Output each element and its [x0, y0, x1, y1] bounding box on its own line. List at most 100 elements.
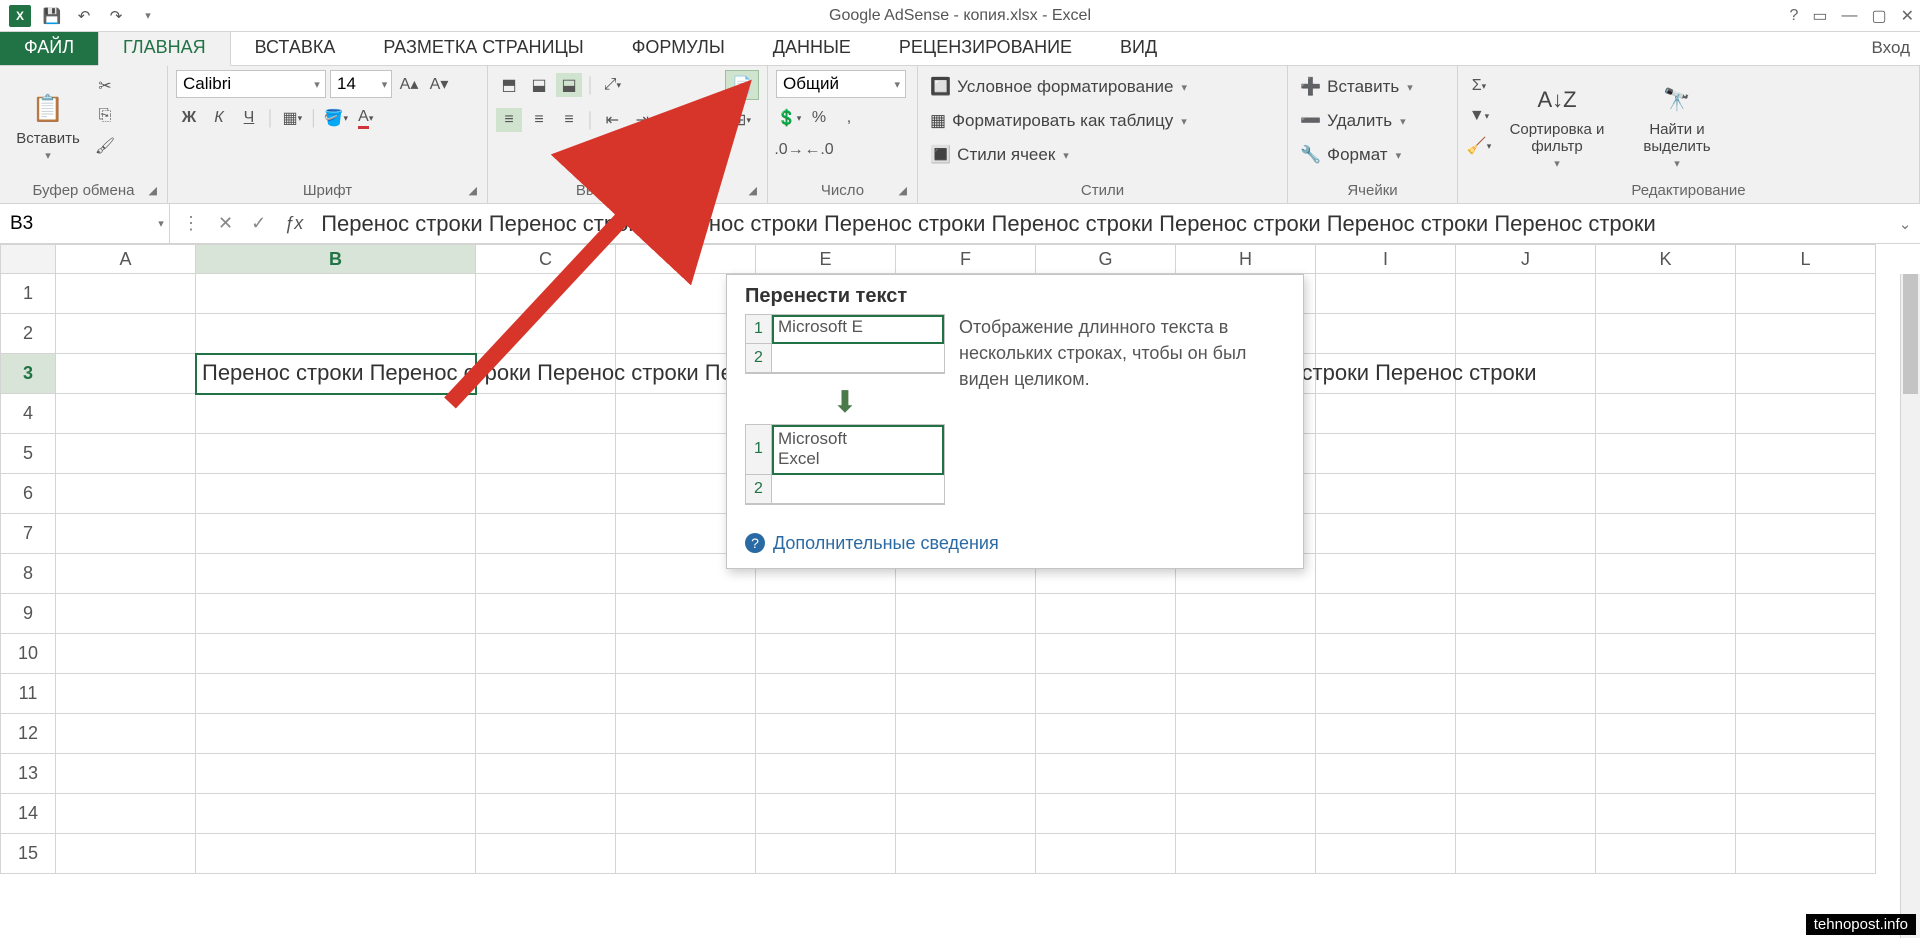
tab-formulas[interactable]: ФОРМУЛЫ [608, 30, 749, 65]
sign-in-link[interactable]: Вход [1872, 31, 1920, 65]
cell[interactable] [1596, 794, 1736, 834]
percent-format-icon[interactable]: % [806, 106, 832, 130]
undo-icon[interactable]: ↶ [70, 2, 98, 30]
cell[interactable] [1176, 754, 1316, 794]
cell[interactable] [196, 394, 476, 434]
qat-dropdown-icon[interactable]: ▾ [134, 2, 162, 30]
close-icon[interactable]: ✕ [1901, 6, 1914, 26]
vertical-scrollbar[interactable] [1900, 274, 1920, 938]
cell[interactable] [196, 274, 476, 314]
align-top-icon[interactable]: ⬒ [496, 73, 522, 97]
cell[interactable] [896, 754, 1036, 794]
cell[interactable] [896, 594, 1036, 634]
cell[interactable] [1456, 634, 1596, 674]
save-icon[interactable]: 💾 [38, 2, 66, 30]
row-header[interactable]: 7 [0, 514, 56, 554]
help-icon[interactable]: ? [1789, 7, 1798, 25]
column-header[interactable]: I [1316, 244, 1456, 274]
tab-view[interactable]: ВИД [1096, 30, 1181, 65]
increase-decimal-icon[interactable]: .0→ [776, 138, 802, 162]
cell[interactable] [1456, 674, 1596, 714]
cell[interactable] [196, 514, 476, 554]
cell[interactable] [1736, 634, 1876, 674]
conditional-formatting-button[interactable]: 🔲Условное форматирование▾ [926, 72, 1279, 102]
paste-button[interactable]: 📋 Вставить ▾ [8, 70, 88, 180]
split-icon[interactable]: ⋮ [182, 213, 200, 234]
fx-icon[interactable]: ƒx [284, 213, 303, 234]
cell[interactable] [896, 714, 1036, 754]
align-middle-icon[interactable]: ⬓ [526, 73, 552, 97]
tab-file[interactable]: ФАЙЛ [0, 30, 98, 65]
cell[interactable] [56, 634, 196, 674]
expand-formula-bar-icon[interactable]: ⌄ [1890, 204, 1920, 243]
decrease-font-icon[interactable]: A▾ [426, 72, 452, 96]
align-center-icon[interactable]: ≡ [526, 108, 552, 132]
font-size-input[interactable] [331, 74, 378, 94]
cell[interactable] [616, 754, 756, 794]
cell[interactable] [1596, 634, 1736, 674]
cell[interactable] [1456, 474, 1596, 514]
cell[interactable] [1036, 834, 1176, 874]
cell[interactable] [56, 394, 196, 434]
column-header[interactable]: H [1176, 244, 1316, 274]
cell[interactable] [756, 834, 896, 874]
cell[interactable] [56, 594, 196, 634]
cell[interactable] [56, 754, 196, 794]
number-format-input[interactable] [777, 74, 889, 94]
cell[interactable] [756, 714, 896, 754]
cell[interactable] [1316, 794, 1456, 834]
row-header[interactable]: 9 [0, 594, 56, 634]
cell[interactable] [56, 274, 196, 314]
cell[interactable] [196, 434, 476, 474]
format-cells-button[interactable]: 🔧Формат▾ [1296, 140, 1449, 170]
cell[interactable] [756, 754, 896, 794]
cell[interactable] [476, 674, 616, 714]
cell[interactable] [896, 674, 1036, 714]
cell[interactable] [476, 514, 616, 554]
cell[interactable] [1316, 834, 1456, 874]
column-header[interactable]: A [56, 244, 196, 274]
cell[interactable] [56, 354, 196, 394]
insert-cells-button[interactable]: ➕Вставить▾ [1296, 72, 1449, 102]
cell[interactable] [896, 634, 1036, 674]
column-header[interactable]: C [476, 244, 616, 274]
cell[interactable] [1456, 514, 1596, 554]
fill-icon[interactable]: ▼▾ [1466, 104, 1492, 128]
cell[interactable] [896, 834, 1036, 874]
tab-home[interactable]: ГЛАВНАЯ [98, 29, 231, 66]
cell[interactable] [1316, 274, 1456, 314]
increase-font-icon[interactable]: A▴ [396, 72, 422, 96]
cell[interactable] [1316, 674, 1456, 714]
orientation-icon[interactable]: ⤢▾ [599, 73, 625, 97]
cell[interactable] [1596, 714, 1736, 754]
cell[interactable] [196, 754, 476, 794]
cell[interactable] [1596, 354, 1736, 394]
column-header[interactable]: D [616, 244, 756, 274]
cell[interactable] [1456, 554, 1596, 594]
underline-button[interactable]: Ч [236, 106, 262, 130]
cell[interactable] [1456, 274, 1596, 314]
cell[interactable] [1596, 474, 1736, 514]
cell[interactable] [1736, 714, 1876, 754]
cell[interactable] [196, 474, 476, 514]
column-header[interactable]: B [196, 244, 476, 274]
tab-page-layout[interactable]: РАЗМЕТКА СТРАНИЦЫ [359, 30, 607, 65]
clear-icon[interactable]: 🧹▾ [1466, 134, 1492, 158]
cell[interactable] [56, 674, 196, 714]
cell[interactable] [756, 674, 896, 714]
wrap-text-button[interactable]: 📄 [725, 70, 759, 100]
cell[interactable] [1596, 674, 1736, 714]
cell[interactable] [476, 314, 616, 354]
format-as-table-button[interactable]: ▦Форматировать как таблицу▾ [926, 106, 1279, 136]
cell[interactable] [1316, 314, 1456, 354]
cell[interactable] [1456, 834, 1596, 874]
cell[interactable] [896, 794, 1036, 834]
column-header[interactable]: E [756, 244, 896, 274]
tab-insert[interactable]: ВСТАВКА [231, 30, 360, 65]
cell[interactable] [476, 434, 616, 474]
row-header[interactable]: 14 [0, 794, 56, 834]
cell[interactable] [196, 554, 476, 594]
cell[interactable] [1596, 514, 1736, 554]
cell[interactable] [476, 594, 616, 634]
cell[interactable] [1316, 474, 1456, 514]
